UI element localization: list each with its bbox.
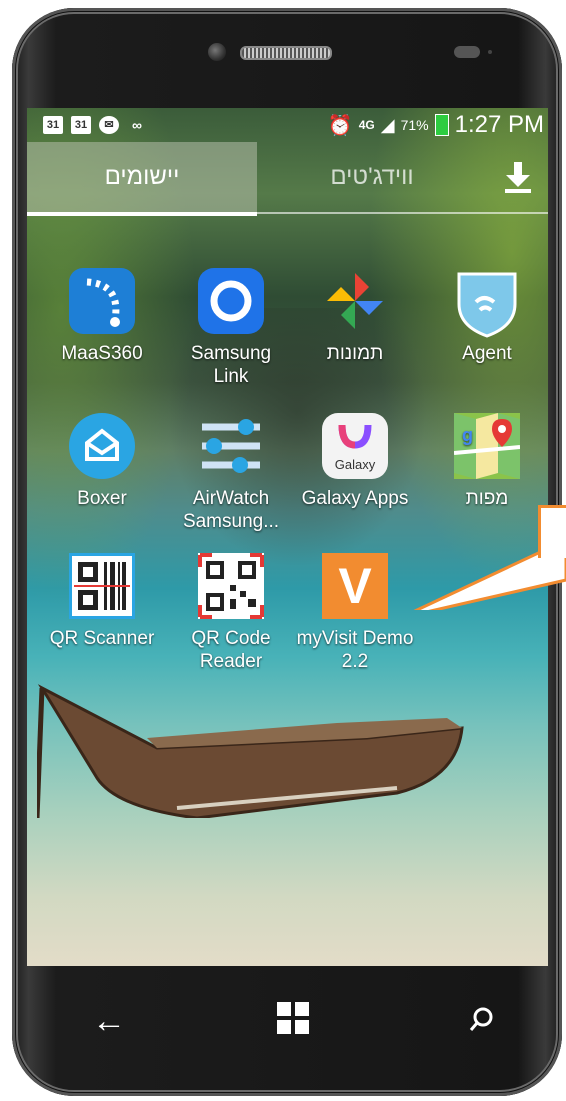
app-label: QR Code Reader: [191, 628, 271, 672]
app-qr-scanner[interactable]: QR Scanner: [42, 553, 162, 650]
windows-home-icon[interactable]: [277, 1002, 309, 1043]
download-glyph: [505, 162, 531, 193]
app-label: Samsung Link: [190, 343, 272, 387]
wallpaper-boat: [37, 684, 464, 818]
back-arrow-icon[interactable]: ←: [92, 1002, 126, 1041]
galaxy-icon-text: Galaxy: [334, 457, 376, 472]
samsung-link-icon: [198, 268, 264, 334]
calendar-icon: 31: [71, 116, 91, 134]
app-label: Agent: [462, 343, 512, 364]
tab-widgets[interactable]: ווידג'טים: [257, 142, 487, 212]
battery-icon: [434, 114, 449, 136]
qr-scanner-icon: [69, 553, 135, 619]
drawer-tabs: יישומים ווידג'טים: [27, 142, 548, 216]
app-maps[interactable]: g מפות: [427, 413, 547, 510]
app-boxer[interactable]: Boxer: [42, 413, 162, 510]
svg-text:g: g: [462, 425, 473, 445]
download-icon[interactable]: [488, 142, 548, 212]
app-agent[interactable]: Agent: [427, 268, 547, 365]
light-sensor: [488, 50, 492, 54]
myvisit-v-icon: V: [322, 553, 388, 619]
earpiece-speaker: [240, 46, 332, 60]
status-bar: 31 31 ✉ ∞ ⏰ 4G ◢ 71% 1:27 PM: [27, 108, 548, 142]
battery-percent: 71%: [400, 117, 429, 133]
search-icon[interactable]: [469, 1002, 495, 1041]
app-label: QR Scanner: [49, 628, 155, 649]
navigation-bar: ←: [27, 972, 548, 1082]
alarm-icon: ⏰: [327, 114, 353, 137]
clock: 1:27 PM: [454, 111, 544, 138]
boxer-icon: [69, 413, 135, 479]
voicemail-icon: ∞: [132, 117, 142, 133]
app-label: Galaxy Apps: [301, 488, 409, 509]
signal-icon: ◢: [380, 114, 395, 135]
network-type: 4G: [358, 118, 375, 132]
status-indicators: ⏰ 4G ◢ 71% 1:27 PM: [328, 111, 548, 139]
mail-icon: ✉: [99, 116, 119, 134]
proximity-sensor: [454, 46, 480, 58]
callout-box: [538, 505, 566, 558]
app-galaxy-apps[interactable]: Galaxy Galaxy Apps: [295, 413, 415, 510]
galaxy-apps-bag-icon: Galaxy: [322, 413, 388, 479]
app-label: MaaS360: [61, 343, 143, 364]
app-qr-code-reader[interactable]: QR Code Reader: [171, 553, 291, 673]
airwatch-sliders-icon: [198, 413, 264, 479]
notification-icons: 31 31 ✉ ∞: [43, 116, 147, 134]
photos-pinwheel-icon: [322, 268, 388, 334]
app-label: AirWatch Samsung...: [182, 488, 280, 532]
app-samsung-link[interactable]: Samsung Link: [171, 268, 291, 388]
app-label: myVisit Demo 2.2: [296, 628, 414, 672]
app-label: תמונות: [326, 343, 384, 364]
front-camera: [208, 43, 226, 61]
app-label: מפות: [465, 488, 509, 509]
maas360-icon: [69, 268, 135, 334]
myvisit-icon-letter: V: [338, 558, 372, 614]
calendar-icon: 31: [43, 116, 63, 134]
app-photos[interactable]: תמונות: [295, 268, 415, 365]
tab-apps[interactable]: יישומים: [27, 142, 257, 216]
maps-icon: g: [453, 413, 521, 479]
app-label: Boxer: [77, 488, 127, 509]
qr-code-reader-icon: [198, 553, 264, 619]
app-myvisit-demo[interactable]: V myVisit Demo 2.2: [295, 553, 415, 673]
tab-divider: [27, 212, 548, 214]
app-maas360[interactable]: MaaS360: [42, 268, 162, 365]
app-airwatch-samsung[interactable]: AirWatch Samsung...: [171, 413, 291, 533]
agent-shield-icon: [454, 268, 520, 338]
